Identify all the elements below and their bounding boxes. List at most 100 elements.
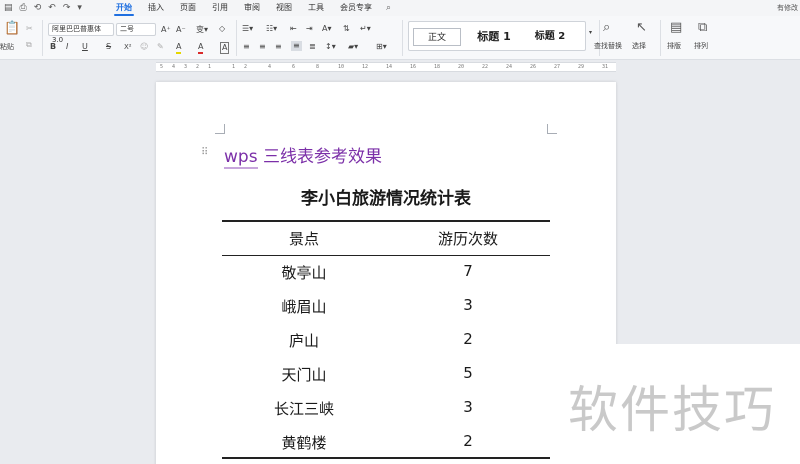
table-cell-scenic-spot[interactable]: 庐山 [222, 330, 386, 351]
italic-button[interactable]: I [66, 42, 68, 52]
ruler-number: 26 [530, 64, 537, 70]
document-heading[interactable]: wps 三线表参考效果 [224, 142, 382, 169]
ruler-number: 3 [184, 64, 188, 70]
font-color-button[interactable]: A [198, 42, 204, 54]
distribute-icon[interactable]: ≣ [309, 42, 316, 52]
style-heading-2[interactable]: 标题 2 [525, 28, 575, 46]
divider [402, 20, 403, 56]
paragraph-drag-handle-icon[interactable]: ⠿ [201, 147, 208, 158]
highlight-button[interactable]: A [176, 42, 182, 54]
ruler-number: 22 [482, 64, 489, 70]
table-header-cell[interactable]: 景点 [222, 228, 386, 249]
heading-prefix: wps [224, 147, 258, 169]
select-button[interactable]: 选择 [632, 41, 646, 51]
typeset-icon[interactable]: ▤ [670, 21, 682, 35]
select-cursor-icon[interactable]: ↖ [636, 21, 647, 35]
increase-indent-icon[interactable]: ⇥ [306, 24, 313, 34]
shading-icon[interactable]: ▰▾ [348, 42, 358, 52]
table-title[interactable]: 李小白旅游情况统计表 [222, 184, 550, 209]
save-status[interactable]: 有修改 [777, 0, 800, 16]
ruler-number: 18 [434, 64, 441, 70]
table-header-cell[interactable]: 游历次数 [386, 228, 550, 249]
subscript-icon[interactable]: ☺ [140, 42, 148, 52]
chinese-layout-icon[interactable]: A▾ [322, 24, 332, 34]
document-icon[interactable]: ▤ [4, 3, 13, 13]
grow-font-button[interactable]: A⁺ [161, 25, 171, 35]
table-cell-visits[interactable]: 5 [386, 364, 550, 382]
tab-member[interactable]: 会员专享 [332, 0, 380, 16]
typeset-button[interactable]: 排版 [667, 41, 681, 51]
find-replace-button[interactable]: 查找替换 [594, 41, 622, 51]
table-cell-scenic-spot[interactable]: 峨眉山 [222, 296, 386, 317]
table-top-rule [222, 220, 550, 222]
style-gallery-more-icon[interactable]: ▾ [589, 28, 592, 38]
ruler-number: 4 [268, 64, 272, 70]
document-page[interactable]: ⠿ wps 三线表参考效果 李小白旅游情况统计表 景点 游历次数 敬亭山 7 峨… [156, 82, 616, 464]
clear-format-icon[interactable]: ◇ [219, 24, 225, 34]
table-cell-visits[interactable]: 3 [386, 398, 550, 416]
font-size-select[interactable]: 二号 [116, 23, 156, 36]
table-cell-visits[interactable]: 2 [386, 330, 550, 348]
shrink-font-button[interactable]: A⁻ [176, 25, 186, 35]
table-cell-visits[interactable]: 3 [386, 296, 550, 314]
divider [660, 20, 661, 56]
tab-view[interactable]: 视图 [268, 0, 300, 16]
arrange-icon[interactable]: ⧉ [698, 21, 707, 35]
cut-icon[interactable]: ✂ [26, 24, 33, 34]
ruler-number: 16 [410, 64, 417, 70]
divider [236, 20, 237, 56]
undo-icon[interactable]: ↶ [48, 3, 56, 13]
char-border-button[interactable]: A [220, 42, 230, 54]
ruler-number: 20 [458, 64, 465, 70]
table-cell-scenic-spot[interactable]: 长江三峡 [222, 398, 386, 419]
table-bottom-rule [222, 457, 550, 459]
divider [42, 20, 43, 56]
style-normal[interactable]: 正文 [413, 28, 461, 46]
refresh-icon[interactable]: ⟲ [34, 3, 42, 13]
strikethrough-button[interactable]: S [106, 42, 111, 52]
tab-tools[interactable]: 工具 [300, 0, 332, 16]
more-dropdown-icon[interactable]: ▾ [77, 3, 82, 13]
sort-icon[interactable]: ⇅ [343, 24, 350, 34]
paste-icon[interactable]: 📋 [4, 22, 20, 36]
print-icon[interactable]: ⎙ [20, 3, 27, 13]
show-marks-icon[interactable]: ↵▾ [360, 24, 371, 34]
underline-button[interactable]: U [82, 42, 88, 52]
effects-icon[interactable]: ✎ [157, 42, 164, 52]
search-icon[interactable]: ⌕ [380, 3, 391, 13]
style-heading-1[interactable]: 标题 1 [469, 28, 519, 46]
justify-icon[interactable]: ≡ [291, 41, 302, 51]
arrange-button[interactable]: 排列 [694, 41, 708, 51]
find-icon[interactable]: ⌕ [603, 21, 610, 35]
redo-icon[interactable]: ↷ [63, 3, 71, 13]
table-cell-scenic-spot[interactable]: 黄鹤楼 [222, 432, 386, 453]
copy-icon[interactable]: ⧉ [26, 40, 32, 50]
align-right-icon[interactable]: ≡ [275, 42, 282, 52]
phonetic-button[interactable]: 变▾ [196, 25, 208, 35]
numbered-list-icon[interactable]: ☷▾ [266, 24, 277, 34]
bullet-list-icon[interactable]: ☰▾ [242, 24, 253, 34]
bold-button[interactable]: B [50, 42, 56, 52]
heading-text: 三线表参考效果 [257, 147, 382, 167]
tab-review[interactable]: 审阅 [236, 0, 268, 16]
horizontal-ruler[interactable]: 5 4 3 2 1 1 2 4 6 8 10 12 14 16 18 20 22… [156, 62, 616, 72]
font-family-select[interactable]: 阿里巴巴普惠体 3.0 [48, 23, 114, 44]
table-cell-scenic-spot[interactable]: 天门山 [222, 364, 386, 385]
quick-access-toolbar: ▤ ⎙ ⟲ ↶ ↷ ▾ [0, 3, 108, 13]
tab-insert[interactable]: 插入 [140, 0, 172, 16]
paste-button[interactable]: 粘贴 [0, 42, 14, 52]
table-cell-visits[interactable]: 2 [386, 432, 550, 450]
margin-corner-mark [547, 124, 557, 134]
borders-icon[interactable]: ⊞▾ [376, 42, 387, 52]
line-spacing-icon[interactable]: ↕▾ [325, 42, 336, 52]
tab-page[interactable]: 页面 [172, 0, 204, 16]
align-left-icon[interactable]: ≡ [243, 42, 250, 52]
superscript-button[interactable]: X² [124, 42, 132, 52]
table-cell-scenic-spot[interactable]: 敬亭山 [222, 262, 386, 283]
table-cell-visits[interactable]: 7 [386, 262, 550, 280]
tab-home[interactable]: 开始 [108, 0, 140, 16]
align-center-icon[interactable]: ≡ [259, 42, 266, 52]
tab-references[interactable]: 引用 [204, 0, 236, 16]
ruler-number: 12 [362, 64, 369, 70]
decrease-indent-icon[interactable]: ⇤ [290, 24, 297, 34]
